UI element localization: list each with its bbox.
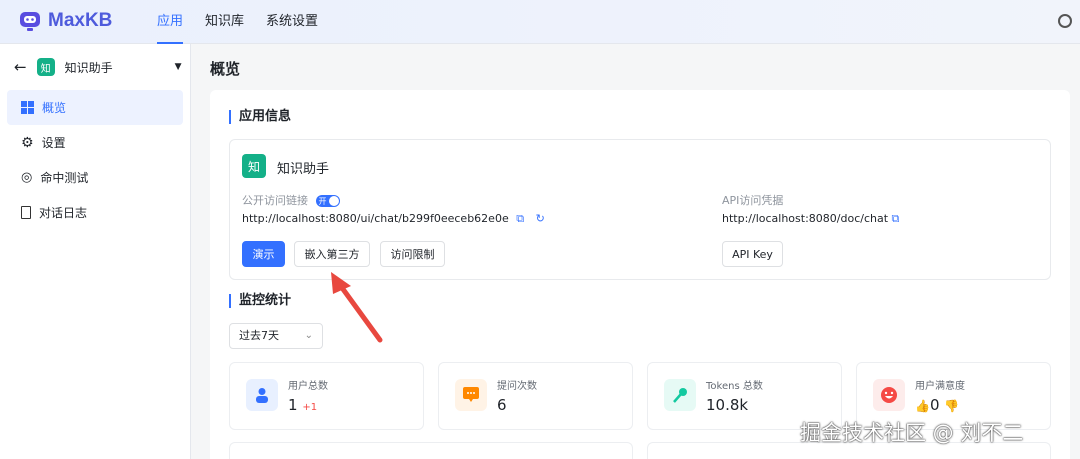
annotation-arrow <box>331 272 383 343</box>
watermark: 掘金技术社区 @ 刘不二 <box>800 421 1024 445</box>
